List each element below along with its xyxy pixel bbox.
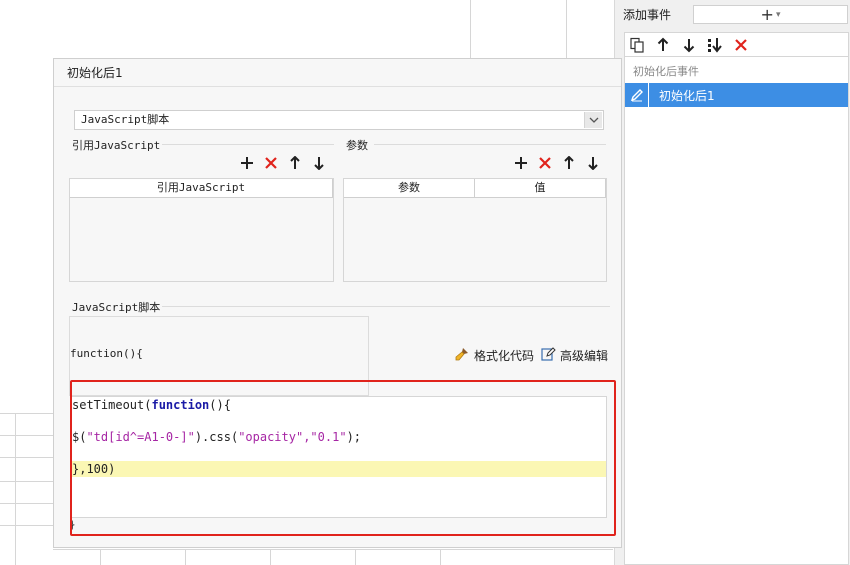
edit-pencil-icon[interactable] bbox=[625, 83, 649, 107]
chevron-down-icon[interactable] bbox=[584, 112, 602, 128]
advanced-edit-label: 高级编辑 bbox=[560, 348, 609, 363]
bg-gridline bbox=[0, 435, 53, 436]
column-header-value: 值 bbox=[475, 179, 606, 197]
chevron-down-icon: ▾ bbox=[775, 9, 781, 20]
ref-js-section-label: 引用JavaScript bbox=[70, 137, 163, 153]
copy-icon[interactable] bbox=[629, 37, 645, 53]
add-event-label: 添加事件 bbox=[623, 8, 672, 22]
move-up-icon[interactable] bbox=[655, 37, 671, 53]
bg-gridline bbox=[0, 503, 53, 504]
advanced-edit-button[interactable]: 高级编辑 bbox=[541, 346, 608, 364]
move-up-icon[interactable] bbox=[562, 156, 576, 170]
event-group-label: 初始化后事件 bbox=[633, 65, 699, 78]
delete-icon[interactable] bbox=[733, 37, 749, 53]
plus-icon: + bbox=[760, 5, 774, 24]
event-item-label: 初始化后1 bbox=[659, 88, 715, 103]
bg-gridline bbox=[0, 457, 53, 458]
format-code-label: 格式化代码 bbox=[474, 349, 535, 363]
bg-gridline bbox=[470, 0, 471, 60]
bg-gridline bbox=[270, 549, 271, 565]
bg-gridline bbox=[0, 481, 53, 482]
script-section-label: JavaScript脚本 bbox=[70, 299, 163, 315]
script-type-select[interactable]: JavaScript脚本 bbox=[74, 110, 604, 130]
ref-js-toolbar bbox=[240, 156, 326, 170]
delete-icon[interactable] bbox=[538, 156, 552, 170]
event-toolbar bbox=[624, 32, 849, 56]
add-icon[interactable] bbox=[514, 156, 528, 170]
event-list: 初始化后事件 初始化后1 bbox=[624, 56, 849, 565]
bg-gridline bbox=[566, 0, 567, 60]
ref-js-table: 引用JavaScript bbox=[69, 178, 334, 282]
move-down-icon[interactable] bbox=[312, 156, 326, 170]
add-event-button[interactable]: + ▾ bbox=[693, 5, 848, 24]
bg-gridline bbox=[0, 525, 53, 526]
function-header-text: function(){ bbox=[70, 347, 143, 360]
column-header-param: 参数 bbox=[344, 179, 475, 197]
bg-gridline bbox=[53, 549, 613, 550]
table-header: 引用JavaScript bbox=[70, 179, 333, 198]
section-divider bbox=[158, 144, 334, 145]
params-table: 参数 值 bbox=[343, 178, 607, 282]
move-down-icon[interactable] bbox=[681, 37, 697, 53]
event-item[interactable]: 初始化后1 bbox=[625, 83, 848, 107]
bg-gridline bbox=[100, 549, 101, 565]
move-up-icon[interactable] bbox=[288, 156, 302, 170]
annotation-highlight-box bbox=[70, 380, 616, 536]
bg-gridline bbox=[185, 549, 186, 565]
bg-gridline bbox=[355, 549, 356, 565]
event-panel: 添加事件 + ▾ 初始化后事件 初始化后1 bbox=[614, 0, 850, 565]
params-section-label: 参数 bbox=[344, 137, 370, 153]
edit-icon bbox=[541, 346, 556, 364]
format-code-button[interactable]: 格式化代码 bbox=[454, 346, 534, 365]
brush-icon bbox=[454, 346, 470, 365]
bg-gridline bbox=[0, 413, 53, 414]
column-header: 引用JavaScript bbox=[70, 179, 333, 197]
delete-icon[interactable] bbox=[264, 156, 278, 170]
move-down-icon[interactable] bbox=[586, 156, 600, 170]
section-divider bbox=[374, 144, 606, 145]
add-icon[interactable] bbox=[240, 156, 254, 170]
move-bottom-icon[interactable] bbox=[707, 37, 723, 53]
params-toolbar bbox=[514, 156, 600, 170]
script-type-value: JavaScript脚本 bbox=[81, 113, 170, 126]
table-header: 参数 值 bbox=[344, 179, 606, 198]
dialog-title: 初始化后1 bbox=[54, 59, 621, 87]
bg-gridline bbox=[440, 549, 441, 565]
section-divider bbox=[158, 306, 610, 307]
